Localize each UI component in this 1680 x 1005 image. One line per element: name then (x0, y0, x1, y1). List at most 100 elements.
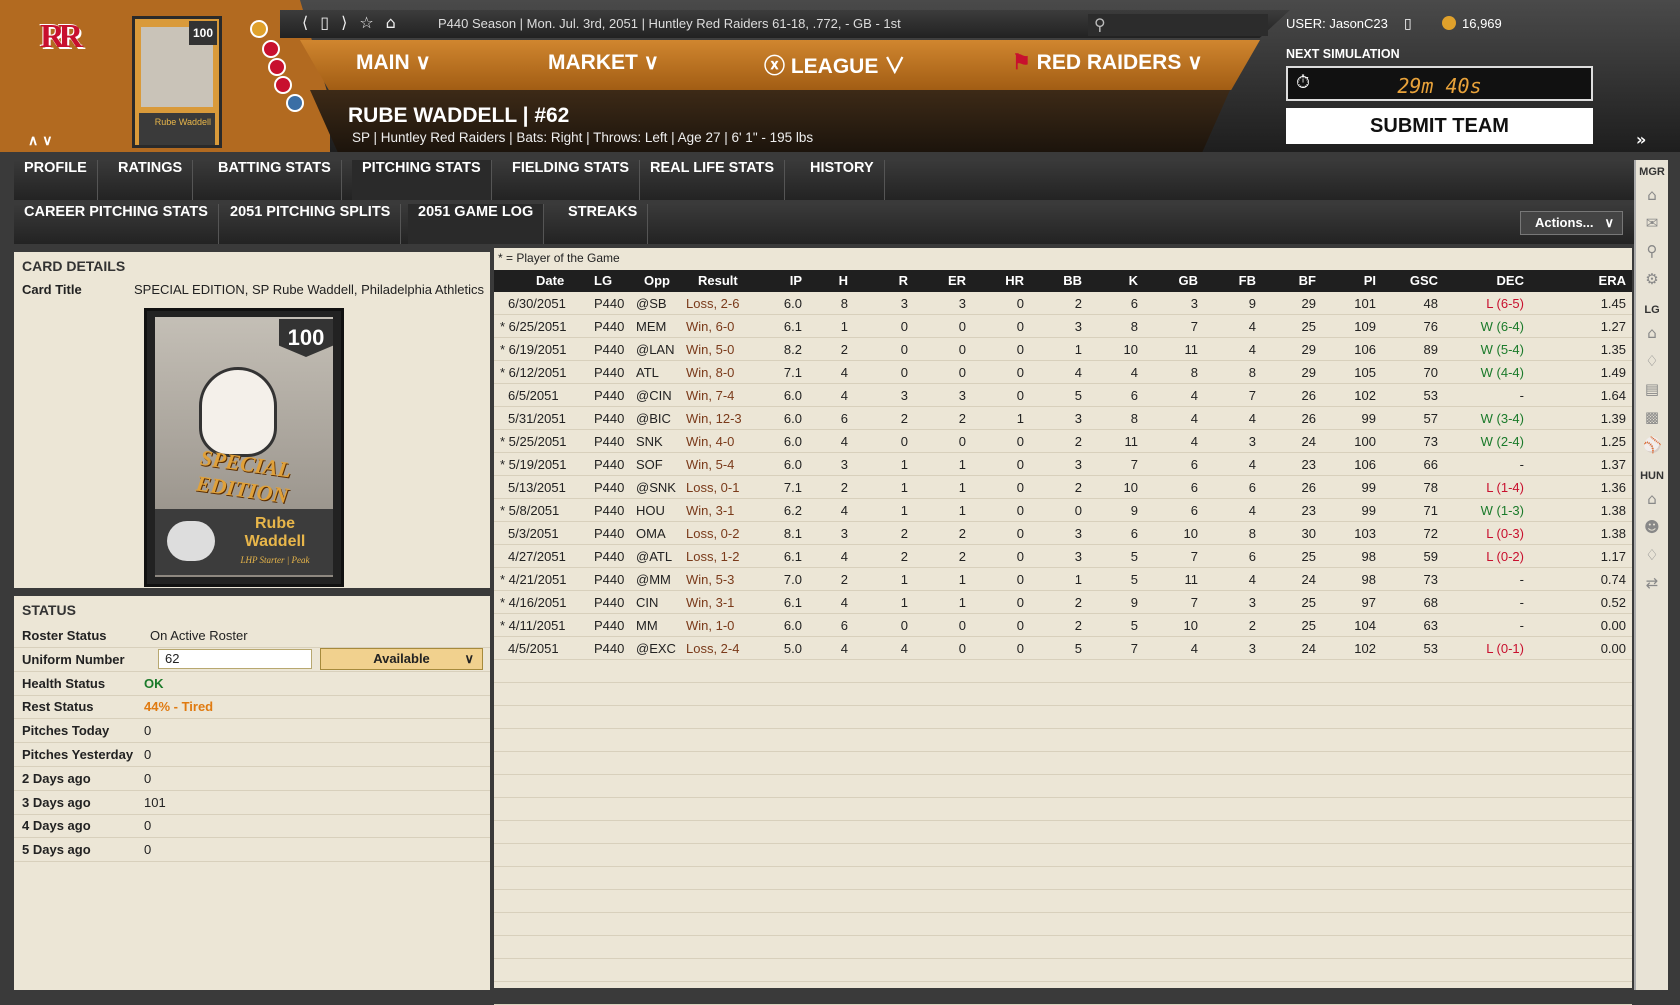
table-cell: 70 (1423, 365, 1438, 380)
top-nav-icons[interactable]: ⟨▯⟩☆⌂ (302, 13, 408, 32)
actions-dropdown[interactable]: Actions... ∨ (1520, 211, 1623, 235)
tab-history[interactable]: HISTORY (800, 160, 885, 200)
table-row[interactable]: * 6/25/2051 P440 MEM Win, 6-0 6.1 1 0 0 0 3 8 7 4 25 1… (494, 315, 1632, 338)
tab-career-pitching-stats[interactable]: CAREER PITCHING STATS (14, 204, 219, 244)
tab-pitching-stats[interactable]: PITCHING STATS (352, 160, 492, 200)
column-header[interactable]: ER (948, 273, 966, 288)
table-cell: @EXC (636, 641, 676, 656)
mail-icon[interactable]: ✉ (1643, 214, 1661, 232)
column-header[interactable]: Opp (644, 273, 670, 288)
table-cell: 25 (1301, 618, 1316, 633)
list-icon[interactable]: ▤ (1643, 380, 1661, 398)
forward-icon[interactable]: ⟩ (341, 13, 359, 32)
table-row[interactable]: * 4/11/2051 P440 MM Win, 1-0 6.0 6 0 0 0 2 5 10 2 25 1… (494, 614, 1632, 637)
table-cell: 0.00 (1600, 641, 1626, 656)
search-input[interactable]: ⚲ (1088, 14, 1268, 36)
home-icon[interactable]: ⌂ (1643, 186, 1661, 204)
up-down-arrows-icon[interactable]: ∧∨ (28, 132, 57, 149)
baseball-icon[interactable]: ⚾ (1643, 436, 1662, 454)
nav-main[interactable]: MAIN ∨ (356, 50, 431, 75)
column-header[interactable]: LG (594, 273, 612, 288)
coin-icon (1442, 16, 1456, 30)
tab-batting-stats[interactable]: BATTING STATS (208, 160, 342, 200)
window-icon[interactable]: ▯ (320, 13, 341, 32)
tab-game-log[interactable]: 2051 GAME LOG (408, 204, 545, 244)
back-icon[interactable]: ⟨ (302, 13, 320, 32)
table-cell: 11 (1124, 434, 1139, 449)
table-cell: * 6/25/2051 (500, 319, 567, 334)
status-row: Uniform Number 62 Available ∨ (14, 647, 490, 672)
table-cell: - (1519, 572, 1524, 587)
column-header[interactable]: BF (1299, 273, 1316, 288)
mini-player-card[interactable]: 100 Rube Waddell (132, 16, 222, 148)
team-logo[interactable]: RR (40, 18, 98, 68)
table-cell: 6.0 (783, 434, 802, 449)
column-header[interactable]: ERA (1599, 273, 1626, 288)
column-header[interactable]: PI (1364, 273, 1376, 288)
uniform-number-input[interactable]: 62 (158, 648, 312, 669)
star-icon[interactable]: ☆ (359, 13, 385, 32)
phone-icon[interactable]: ▯ (1404, 16, 1412, 32)
empty-row (494, 798, 1632, 821)
table-row[interactable]: 6/5/2051 P440 @CIN Win, 7-4 6.0 4 3 3 0 5 6 4 7 26 102… (494, 384, 1632, 407)
table-row[interactable]: * 5/8/2051 P440 HOU Win, 3-1 6.2 4 1 1 0 0 9 6 4 23 99… (494, 499, 1632, 522)
table-cell: 0 (900, 319, 908, 334)
column-header[interactable]: HR (1005, 273, 1024, 288)
column-header[interactable]: IP (790, 273, 802, 288)
column-header[interactable]: Date (536, 273, 564, 288)
table-row[interactable]: * 4/16/2051 P440 CIN Win, 3-1 6.1 4 1 1 0 2 9 7 3 25 9… (494, 591, 1632, 614)
column-header[interactable]: H (839, 273, 848, 288)
tag-icon[interactable]: ♢ (1643, 546, 1661, 564)
player-card-image[interactable]: 100 SPECIAL EDITION Rube Waddell LHP Sta… (144, 308, 344, 587)
coin-balance[interactable]: 16,969 (1442, 16, 1502, 31)
tab-ratings[interactable]: RATINGS (108, 160, 194, 200)
nav-market[interactable]: MARKET ∨ (548, 50, 659, 75)
tab-profile[interactable]: PROFILE (14, 160, 98, 200)
home-icon[interactable]: ⌂ (1643, 324, 1661, 342)
table-row[interactable]: 4/27/2051 P440 @ATL Loss, 1-2 6.1 4 2 2 0 3 5 7 6 25 9… (494, 545, 1632, 568)
tab-streaks[interactable]: STREAKS (558, 204, 649, 244)
swap-icon[interactable]: ⇄ (1643, 574, 1661, 592)
column-header[interactable]: FB (1239, 273, 1256, 288)
column-header[interactable]: GSC (1410, 273, 1438, 288)
nav-league[interactable]: ⓧ LEAGUE ∨ (764, 50, 905, 80)
column-header[interactable]: R (899, 273, 908, 288)
tab-real-life-stats[interactable]: REAL LIFE STATS (640, 160, 786, 200)
column-header[interactable]: DEC (1497, 273, 1524, 288)
expand-icon[interactable]: » (1636, 130, 1646, 149)
gear-icon[interactable]: ⚙ (1643, 270, 1661, 288)
column-header[interactable]: Result (698, 273, 738, 288)
table-cell: 6 (1190, 480, 1198, 495)
table-cell: 7 (1130, 457, 1138, 472)
nav-red-raiders[interactable]: ⚑ RED RAIDERS ∨ (1012, 50, 1203, 75)
home-icon[interactable]: ⌂ (386, 13, 408, 32)
table-row[interactable]: 5/13/2051 P440 @SNK Loss, 0-1 7.1 2 1 1 0 2 10 6 6 26… (494, 476, 1632, 499)
table-row[interactable]: * 6/19/2051 P440 @LAN Win, 5-0 8.2 2 0 0 0 1 10 11 4… (494, 338, 1632, 361)
tab-pitching-splits[interactable]: 2051 PITCHING SPLITS (220, 204, 402, 244)
table-row[interactable]: 5/3/2051 P440 OMA Loss, 0-2 8.1 3 2 2 0 3 6 10 8 30 10… (494, 522, 1632, 545)
chart-icon[interactable]: ▩ (1643, 408, 1661, 426)
table-row[interactable]: 6/30/2051 P440 @SB Loss, 2-6 6.0 8 3 3 0 2 6 3 9 29 10… (494, 292, 1632, 315)
table-row[interactable]: * 4/21/2051 P440 @MM Win, 5-3 7.0 2 1 1 0 1 5 11 4 24… (494, 568, 1632, 591)
availability-select[interactable]: Available ∨ (320, 647, 483, 670)
table-row[interactable]: * 5/19/2051 P440 SOF Win, 5-4 6.0 3 1 1 0 3 7 6 4 23 1… (494, 453, 1632, 476)
column-header[interactable]: BB (1063, 273, 1082, 288)
column-header[interactable]: GB (1179, 273, 1199, 288)
column-header[interactable]: K (1129, 273, 1138, 288)
table-cell: 5 (1130, 572, 1138, 587)
table-cell: 0 (900, 365, 908, 380)
table-row[interactable]: * 5/25/2051 P440 SNK Win, 4-0 6.0 4 0 0 0 2 11 4 3 24… (494, 430, 1632, 453)
home-icon[interactable]: ⌂ (1643, 490, 1661, 508)
user-label[interactable]: USER: JasonC23 (1286, 16, 1388, 31)
tab-fielding-stats[interactable]: FIELDING STATS (502, 160, 641, 200)
table-row[interactable]: 5/31/2051 P440 @BIC Win, 12-3 6.0 6 2 2 1 3 8 4 4 26 9… (494, 407, 1632, 430)
submit-team-button[interactable]: SUBMIT TEAM (1286, 108, 1593, 144)
table-cell: 1 (958, 480, 966, 495)
table-cell: 4 (840, 595, 848, 610)
table-header: Date LG Opp Result IP H R ER HR BB K GB FB BF PI GSC DEC… (494, 270, 1632, 292)
table-row[interactable]: 4/5/2051 P440 @EXC Loss, 2-4 5.0 4 4 0 0 5 7 4 3 24 10… (494, 637, 1632, 660)
search-icon[interactable]: ⚲ (1643, 242, 1661, 260)
table-row[interactable]: * 6/12/2051 P440 ATL Win, 8-0 7.1 4 0 0 0 4 4 8 8 29 1… (494, 361, 1632, 384)
tag-icon[interactable]: ♢ (1643, 352, 1661, 370)
people-icon[interactable]: ☻ (1643, 518, 1661, 536)
